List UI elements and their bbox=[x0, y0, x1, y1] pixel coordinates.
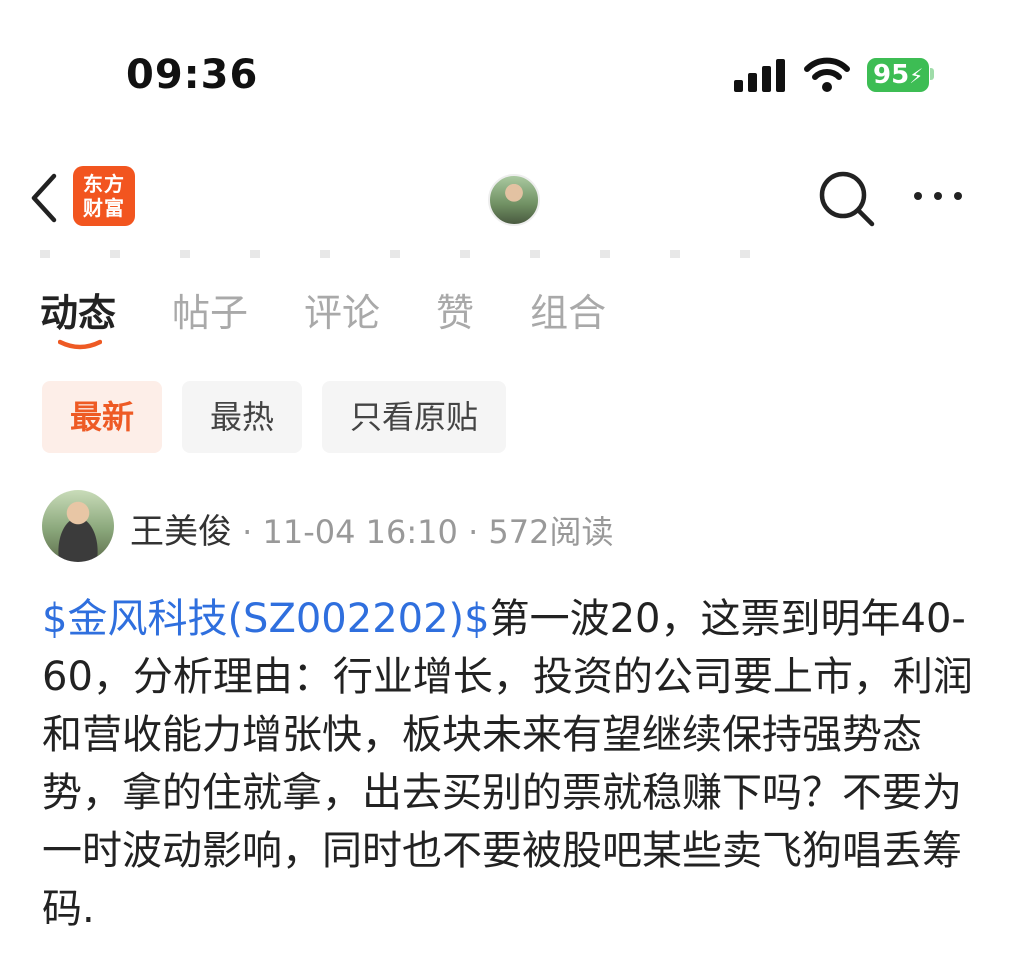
post-author-avatar[interactable] bbox=[42, 490, 114, 562]
back-icon[interactable] bbox=[26, 172, 66, 224]
meta-separator: · bbox=[242, 513, 263, 551]
more-icon[interactable] bbox=[910, 186, 966, 206]
stock-link[interactable]: $金风科技(SZ002202)$ bbox=[42, 596, 490, 642]
post-read-count: 572阅读 bbox=[488, 513, 614, 551]
app-logo-line2: 财富 bbox=[83, 196, 125, 220]
battery-level: 95 bbox=[873, 60, 910, 90]
battery-icon: 95⚡ bbox=[867, 58, 929, 92]
tab-likes[interactable]: 赞 bbox=[436, 282, 474, 337]
battery-cap bbox=[930, 68, 934, 80]
app-logo-line1: 东方 bbox=[83, 172, 125, 196]
filter-chips: 最新 最热 只看原贴 bbox=[42, 381, 526, 453]
profile-tabs: 动态 帖子 评论 赞 组合 bbox=[40, 282, 662, 337]
filter-hot[interactable]: 最热 bbox=[182, 381, 303, 453]
status-time: 09:36 bbox=[126, 52, 259, 98]
wifi-icon bbox=[804, 57, 850, 92]
filter-latest[interactable]: 最新 bbox=[42, 381, 163, 453]
collapsed-header-divider bbox=[40, 250, 800, 258]
active-tab-indicator bbox=[58, 339, 102, 350]
app-logo[interactable]: 东方 财富 bbox=[73, 166, 135, 226]
tab-posts[interactable]: 帖子 bbox=[172, 282, 248, 337]
tab-dynamics[interactable]: 动态 bbox=[40, 282, 116, 337]
post-date: 11-04 16:10 bbox=[262, 513, 458, 551]
post-text: 第一波20，这票到明年40-60，分析理由：行业增长，投资的公司要上市，利润和营… bbox=[42, 596, 973, 932]
post-author-name[interactable]: 王美俊 bbox=[130, 512, 232, 552]
post-body[interactable]: $金风科技(SZ002202)$第一波20，这票到明年40-60，分析理由：行业… bbox=[42, 590, 982, 938]
filter-original-only[interactable]: 只看原贴 bbox=[322, 381, 507, 453]
tab-portfolio[interactable]: 组合 bbox=[530, 282, 606, 337]
signal-icon bbox=[734, 58, 788, 92]
meta-separator: · bbox=[468, 513, 489, 551]
post-meta: 王美俊 · 11-04 16:10 · 572阅读 bbox=[130, 504, 614, 553]
tab-comments[interactable]: 评论 bbox=[304, 282, 380, 337]
nav-avatar[interactable] bbox=[488, 174, 540, 226]
search-icon[interactable] bbox=[818, 170, 876, 228]
